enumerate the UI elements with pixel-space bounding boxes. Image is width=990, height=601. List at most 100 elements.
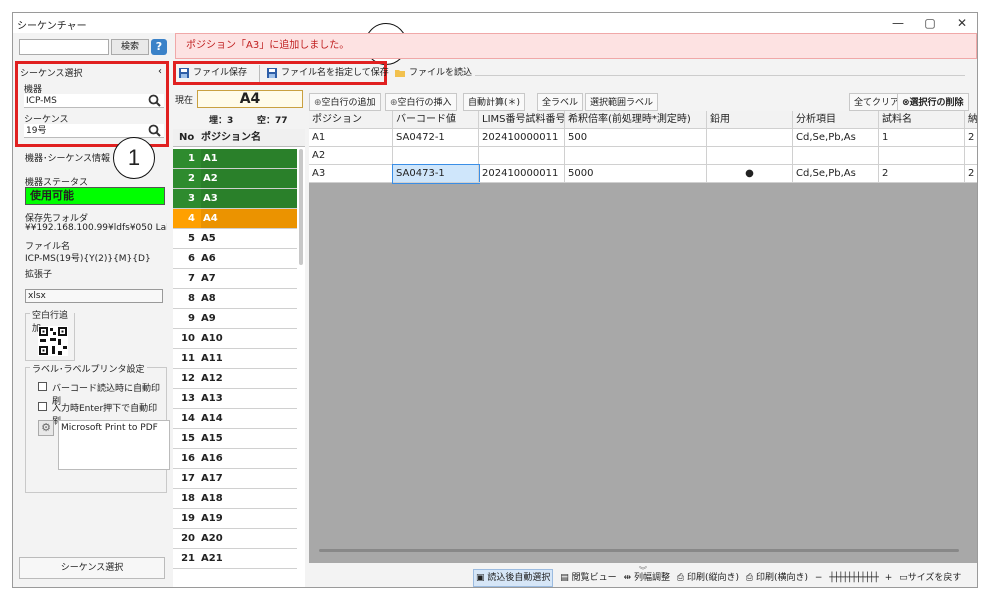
cell-sample-name[interactable] xyxy=(879,147,965,165)
position-row[interactable]: 14 A14 xyxy=(173,409,297,429)
position-row[interactable]: 3 A3 xyxy=(173,189,297,209)
cell-lims[interactable] xyxy=(479,147,565,165)
position-row[interactable]: 5 A5 xyxy=(173,229,297,249)
position-name: A17 xyxy=(201,473,223,484)
position-row[interactable]: 4 A4 xyxy=(173,209,297,229)
search-button[interactable]: 検索 xyxy=(111,39,149,55)
clear-all-button[interactable]: 全てクリア xyxy=(849,93,905,111)
col-width-button[interactable]: ⇹ 列幅調整 xyxy=(624,570,670,586)
cell-sample-name[interactable]: 1 xyxy=(879,129,965,147)
position-list-scrollbar[interactable] xyxy=(299,149,303,265)
auto-print-barcode-checkbox[interactable] xyxy=(38,382,47,391)
print-portrait-button[interactable]: ⎙ 印刷(縦向き) xyxy=(677,570,739,586)
sequence-selection-panel: シーケンス選択 ‹ 機器 ICP-MS シーケンス 19号 xyxy=(15,61,169,147)
print-landscape-button[interactable]: ⎙ 印刷(横向き) xyxy=(746,570,808,586)
header-extra[interactable]: 納 xyxy=(965,111,977,129)
cell-analysis[interactable]: Cd,Se,Pb,As xyxy=(793,165,879,183)
cell-extra[interactable]: 2 xyxy=(965,129,977,147)
cell-dilution[interactable]: 500 xyxy=(565,129,707,147)
help-icon[interactable]: ? xyxy=(151,39,167,55)
instrument-search-icon[interactable] xyxy=(148,94,161,107)
header-lead[interactable]: 鉛用 xyxy=(707,111,793,129)
cell-analysis[interactable]: Cd,Se,Pb,As xyxy=(793,129,879,147)
cell-barcode[interactable] xyxy=(393,147,479,165)
table-row[interactable]: A3 SA0473-1 202410000011 5000 ● Cd,Se,Pb,As 2 2 xyxy=(309,164,977,184)
minimize-button[interactable]: — xyxy=(883,15,913,31)
position-row[interactable]: 1 A1 xyxy=(173,149,297,169)
position-row[interactable]: 12 A12 xyxy=(173,369,297,389)
cell-position[interactable]: A1 xyxy=(309,129,393,147)
auto-print-enter-checkbox[interactable] xyxy=(38,402,47,411)
grid-horizontal-scrollbar[interactable] xyxy=(319,549,959,552)
printer-select[interactable]: Microsoft Print to PDF xyxy=(58,420,170,470)
save-file-button[interactable]: ファイル保存 xyxy=(177,65,247,82)
position-row[interactable]: 21 A21 xyxy=(173,549,297,569)
cell-position[interactable]: A3 xyxy=(309,165,393,183)
cell-lims[interactable]: 202410000011 xyxy=(479,165,565,183)
position-row[interactable]: 19 A19 xyxy=(173,509,297,529)
data-grid[interactable]: ポジション バーコード値 LIMS番号試料番号 希釈倍率(前処理時*測定時) 鉛… xyxy=(309,111,977,563)
cell-lead[interactable] xyxy=(707,129,793,147)
position-row[interactable]: 20 A20 xyxy=(173,529,297,549)
header-analysis[interactable]: 分析項目 xyxy=(793,111,879,129)
position-row[interactable]: 13 A13 xyxy=(173,389,297,409)
qr-code-icon[interactable] xyxy=(38,326,68,356)
cell-barcode[interactable]: SA0472-1 xyxy=(393,129,479,147)
reset-size-button[interactable]: ▭サイズを戻す xyxy=(899,570,961,586)
all-labels-button[interactable]: 全ラベル xyxy=(537,93,584,111)
maximize-button[interactable]: ▢ xyxy=(915,15,945,31)
cell-lims[interactable]: 202410000011 xyxy=(479,129,565,147)
preview-button[interactable]: ▤ 閲覧ビュー xyxy=(560,570,616,586)
header-barcode[interactable]: バーコード値 xyxy=(393,111,479,129)
position-row[interactable]: 8 A8 xyxy=(173,289,297,309)
position-row[interactable]: 2 A2 xyxy=(173,169,297,189)
cell-analysis[interactable] xyxy=(793,147,879,165)
table-row[interactable]: A2 xyxy=(309,147,977,165)
cell-sample-name[interactable]: 2 xyxy=(879,165,965,183)
position-list[interactable]: No ポジション名 1 A1 2 A2 3 A3 4 A4 5 A5 6 A6 7 A7 8 A8 9 A9 10 A… xyxy=(173,129,305,587)
sequence-search-icon[interactable] xyxy=(148,124,161,137)
instrument-field[interactable]: ICP-MS xyxy=(24,94,164,108)
zoom-out-button[interactable]: − xyxy=(815,570,823,586)
auto-select-toggle[interactable]: ▣ 読込後自動選択 xyxy=(473,569,554,587)
cell-barcode[interactable]: SA0473-1 xyxy=(392,164,480,184)
cell-extra[interactable]: 2 xyxy=(965,165,977,183)
cell-extra[interactable] xyxy=(965,147,977,165)
sequence-field[interactable]: 19号 xyxy=(24,124,164,138)
collapse-icon[interactable]: ‹ xyxy=(158,66,162,77)
header-position[interactable]: ポジション xyxy=(309,111,393,129)
load-file-button[interactable]: ファイルを読込 xyxy=(393,65,472,82)
cell-lead[interactable]: ● xyxy=(707,165,793,183)
position-row[interactable]: 10 A10 xyxy=(173,329,297,349)
header-dilution[interactable]: 希釈倍率(前処理時*測定時) xyxy=(565,111,707,129)
header-sample-name[interactable]: 試料名 xyxy=(879,111,965,129)
position-row[interactable]: 18 A18 xyxy=(173,489,297,509)
position-row[interactable]: 15 A15 xyxy=(173,429,297,449)
position-row[interactable]: 17 A17 xyxy=(173,469,297,489)
position-row[interactable]: 6 A6 xyxy=(173,249,297,269)
cell-dilution[interactable] xyxy=(565,147,707,165)
gear-icon[interactable]: ⚙ xyxy=(38,420,54,436)
position-row[interactable]: 11 A11 xyxy=(173,349,297,369)
table-row[interactable]: A1 SA0472-1 202410000011 500 Cd,Se,Pb,As 1 2 xyxy=(309,129,977,147)
range-labels-button[interactable]: 選択範囲ラベル xyxy=(585,93,659,111)
auto-calc-button[interactable]: 自動計算(＊) xyxy=(463,93,526,111)
extension-field[interactable]: xlsx xyxy=(25,289,163,303)
cell-position[interactable]: A2 xyxy=(309,147,393,165)
delete-selected-button[interactable]: ⊗選択行の削除 xyxy=(897,93,969,111)
position-row[interactable]: 16 A16 xyxy=(173,449,297,469)
sequence-select-button[interactable]: シーケンス選択 xyxy=(19,557,165,579)
left-panel: 検索 ? シーケンス選択 ‹ 機器 ICP-MS シーケンス 19号 機器･シー… xyxy=(15,35,170,587)
zoom-in-button[interactable]: + xyxy=(885,570,893,586)
save-as-button[interactable]: ファイル名を指定して保存 xyxy=(265,65,389,82)
zoom-slider[interactable]: ┼┼┼┼┼┼┼┼┼┼┼ xyxy=(829,570,879,586)
position-row[interactable]: 7 A7 xyxy=(173,269,297,289)
close-button[interactable]: ✕ xyxy=(947,15,977,31)
add-blank-row-button[interactable]: ⊕空白行の追加 xyxy=(309,93,381,111)
cell-dilution[interactable]: 5000 xyxy=(565,165,707,183)
cell-lead[interactable] xyxy=(707,147,793,165)
insert-blank-row-button[interactable]: ⊕空白行の挿入 xyxy=(385,93,457,111)
position-row[interactable]: 9 A9 xyxy=(173,309,297,329)
search-input[interactable] xyxy=(19,39,109,55)
header-lims[interactable]: LIMS番号試料番号 xyxy=(479,111,565,129)
